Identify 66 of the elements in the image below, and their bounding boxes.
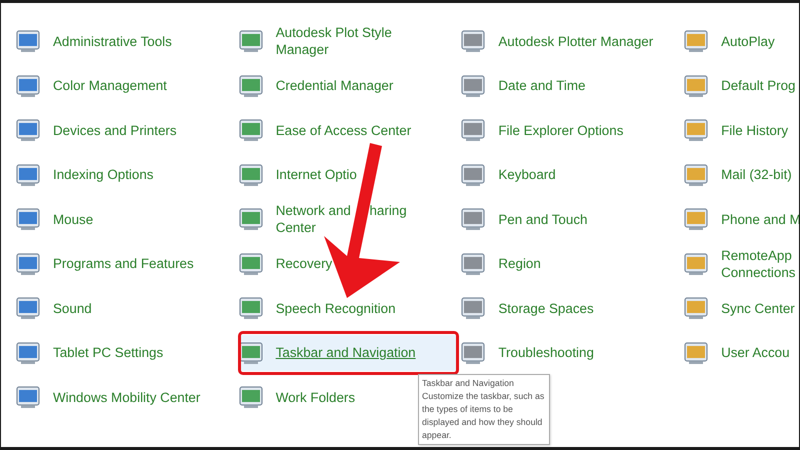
control-panel-item[interactable]: Pen and Touch xyxy=(460,197,684,242)
window-icon xyxy=(238,206,264,232)
window-icon xyxy=(238,295,264,322)
control-panel-item[interactable]: Recovery xyxy=(238,242,460,286)
window-icon xyxy=(15,162,41,188)
control-panel-item[interactable]: Autodesk Plot Style Manager xyxy=(238,19,460,64)
control-panel-item[interactable]: Mouse xyxy=(15,197,238,242)
control-panel-item[interactable]: Administrative Tools xyxy=(15,19,238,64)
control-panel-item[interactable]: File History xyxy=(683,108,799,152)
window-icon xyxy=(460,28,486,54)
window-icon xyxy=(238,117,264,144)
window-icon xyxy=(683,117,710,144)
control-panel-item[interactable]: Color Management xyxy=(15,64,238,108)
window-icon xyxy=(460,72,486,99)
control-panel-item[interactable]: Network and haring Center xyxy=(238,197,460,242)
window-icon xyxy=(460,117,486,144)
window-icon xyxy=(15,250,41,277)
window-icon xyxy=(683,162,710,188)
control-panel-item[interactable]: Keyboard xyxy=(460,152,684,197)
control-panel-item[interactable]: Devices and Printers xyxy=(15,108,238,152)
window-icon xyxy=(683,295,710,322)
control-panel-item[interactable]: RemoteApp Connections xyxy=(683,242,799,286)
control-panel-item[interactable]: Troubleshooting xyxy=(460,330,684,375)
control-panel-item[interactable]: Credential Manager xyxy=(238,64,460,108)
control-panel-item[interactable]: Tablet PC Settings xyxy=(15,330,238,375)
window-icon xyxy=(15,384,41,410)
window-icon xyxy=(15,117,41,144)
control-panel-item[interactable]: Programs and Features xyxy=(15,242,238,286)
tooltip-text: Customize the taskbar, such as the types of items to be displayed and how they should appear. xyxy=(422,390,546,442)
control-panel-item[interactable]: Storage Spaces xyxy=(460,286,684,330)
window-icon xyxy=(683,72,710,99)
control-panel-item[interactable]: Region xyxy=(460,242,684,286)
window-icon xyxy=(683,340,710,366)
control-panel-item[interactable]: AutoPlay xyxy=(683,19,799,64)
window-icon xyxy=(683,206,710,232)
window-icon xyxy=(683,28,710,54)
window-icon xyxy=(238,28,264,54)
window-icon xyxy=(460,295,486,322)
control-panel-item[interactable]: Internet Optio xyxy=(238,152,460,197)
control-panel-item[interactable]: Windows Mobility Center xyxy=(15,375,238,420)
window-icon xyxy=(15,340,41,366)
window-icon xyxy=(15,28,41,54)
control-panel-item[interactable]: Ease of Access Center xyxy=(238,108,460,152)
control-panel-item[interactable]: Sync Center xyxy=(683,286,799,330)
window-icon xyxy=(460,340,486,366)
window-icon xyxy=(15,72,41,99)
control-panel-item[interactable]: User Accou xyxy=(683,330,799,375)
control-panel-item[interactable]: Indexing Options xyxy=(15,152,238,197)
window-icon xyxy=(15,295,41,322)
tooltip-title: Taskbar and Navigation xyxy=(422,377,515,390)
window-icon xyxy=(15,206,41,232)
control-panel-item[interactable]: Autodesk Plotter Manager xyxy=(460,19,684,64)
window-icon xyxy=(238,162,264,188)
control-panel-item[interactable]: Default Prog xyxy=(683,64,799,108)
control-panel-item[interactable]: Mail (32-bit) xyxy=(683,152,799,197)
control-panel-item[interactable]: File Explorer Options xyxy=(460,108,684,152)
window-icon xyxy=(683,250,710,277)
control-panel-item[interactable]: Speech Recognition xyxy=(238,286,460,330)
window-icon xyxy=(238,384,264,410)
control-panel-item[interactable]: Date and Time xyxy=(460,64,684,108)
window-icon xyxy=(460,206,486,232)
window-icon xyxy=(460,250,486,277)
control-panel-item[interactable]: Sound xyxy=(15,286,238,330)
window-icon xyxy=(460,162,486,188)
window-icon xyxy=(238,72,264,99)
window-icon xyxy=(238,250,264,277)
